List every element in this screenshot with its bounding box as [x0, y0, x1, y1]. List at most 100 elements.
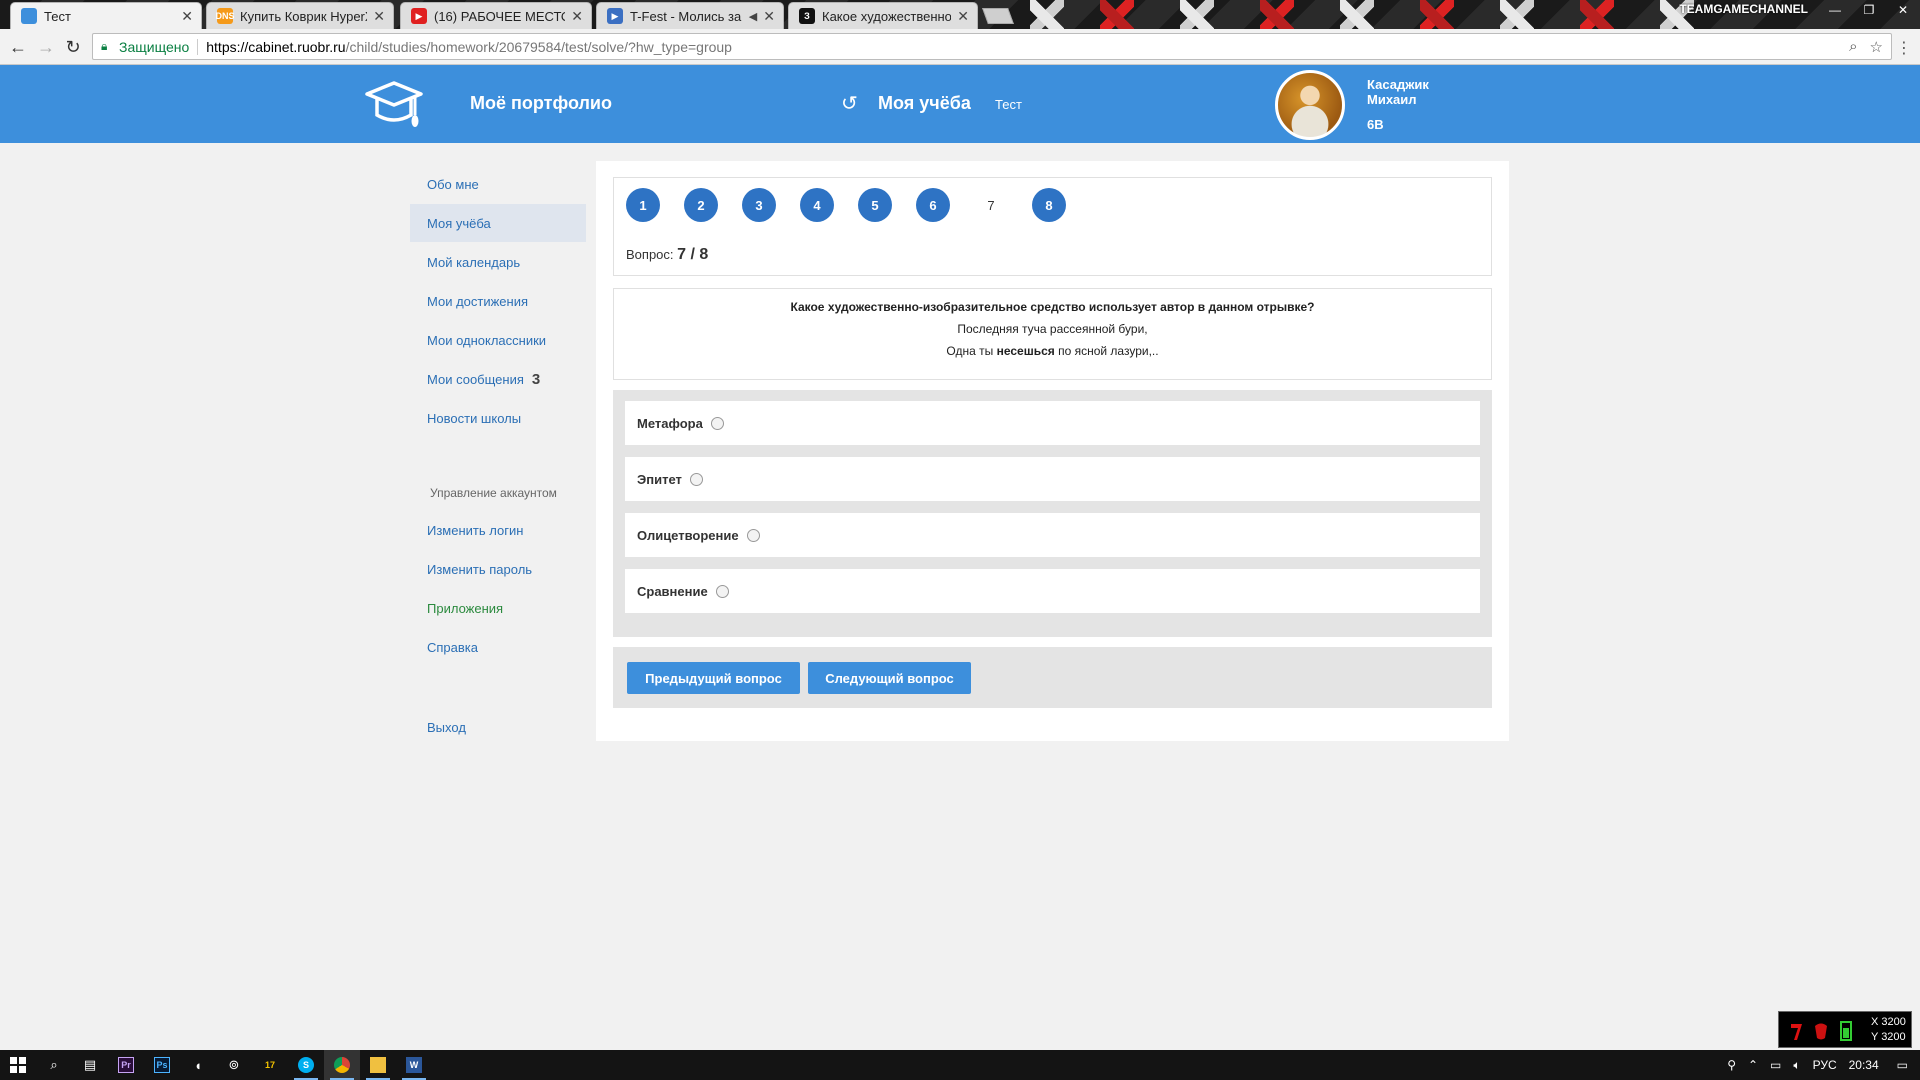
browser-menu-icon[interactable]: ⋮ — [1896, 38, 1912, 58]
question-counter-value: 7 / 8 — [677, 246, 709, 263]
restore-icon[interactable]: ❐ — [1852, 0, 1886, 20]
zoom-icon[interactable]: ⌕ — [1849, 38, 1857, 56]
answer-radio[interactable] — [715, 584, 729, 598]
tab-close-icon[interactable]: ✕ — [571, 8, 583, 25]
tab-title: (16) РАБОЧЕЕ МЕСТО М — [434, 8, 565, 24]
url-host: https://cabinet.ruobr.ru — [206, 38, 346, 55]
speaker-icon[interactable]: ◀ — [749, 10, 757, 23]
sidebar-item-apps[interactable]: Приложения — [410, 589, 586, 627]
sidebar-item-news[interactable]: Новости школы — [410, 399, 586, 437]
network-icon[interactable]: ▭ — [1764, 1058, 1787, 1072]
channel-label: TEAMGAMECHANNEL — [1679, 2, 1808, 16]
speaker-app-icon[interactable]: ◖ — [180, 1050, 216, 1080]
wallpaper-decoration — [1500, 0, 1534, 29]
tab-title: Купить Коврик HyperX F — [240, 8, 367, 24]
browser-tab-1[interactable]: DNS Купить Коврик HyperX F ✕ — [206, 2, 394, 29]
tab-close-icon[interactable]: ✕ — [373, 8, 385, 25]
tab-close-icon[interactable]: ✕ — [181, 8, 193, 25]
next-question-button[interactable]: Следующий вопрос — [808, 662, 971, 694]
language-indicator[interactable]: РУС — [1807, 1058, 1843, 1072]
sidebar-item-about[interactable]: Обо мне — [410, 165, 586, 203]
file-explorer-icon[interactable] — [360, 1050, 396, 1080]
sidebar-item-label: Мои сообщения — [427, 371, 524, 387]
address-separator — [197, 38, 199, 55]
answer-option[interactable]: Сравнение — [625, 569, 1480, 613]
answer-radio[interactable] — [689, 472, 703, 486]
sidebar-item-change-password[interactable]: Изменить пароль — [410, 550, 586, 588]
browser-tab-3[interactable]: ▶ T-Fest - Молись за с ◀ ✕ — [596, 2, 784, 29]
chrome-app-icon[interactable] — [324, 1050, 360, 1080]
question-number-list: 1 2 3 4 5 6 7 8 — [626, 188, 1090, 222]
question-number-button[interactable]: 2 — [684, 188, 718, 222]
youtube-favicon-icon: ▶ — [411, 8, 427, 24]
app-17-icon[interactable]: 17 — [252, 1050, 288, 1080]
sidebar-item-change-login[interactable]: Изменить логин — [410, 511, 586, 549]
question-nav-bar: Предыдущий вопрос Следующий вопрос — [613, 647, 1492, 708]
people-icon[interactable]: ⚲ — [1721, 1058, 1742, 1072]
photoshop-app-icon[interactable]: Ps — [144, 1050, 180, 1080]
taskbar: ⌕ ▤ Pr Ps ◖ ⊚ 17 S W ⚲ ⌃ ▭ 🔈︎ РУС 20:34 … — [0, 1050, 1920, 1080]
new-tab-button[interactable] — [982, 8, 1014, 24]
user-class: 6В — [1367, 117, 1384, 132]
address-bar[interactable]: 🔒︎ Защищено https://cabinet.ruobr.ru/chi… — [92, 33, 1892, 60]
sidebar-item-study[interactable]: Моя учёба — [410, 204, 586, 242]
reload-icon[interactable]: ↻ — [63, 37, 83, 57]
answer-label: Эпитет — [637, 471, 682, 487]
answer-radio[interactable] — [710, 416, 724, 430]
browser-tab-0[interactable]: Тест ✕ — [10, 2, 202, 29]
sidebar-item-exit[interactable]: Выход — [410, 708, 586, 746]
question-number-button[interactable]: 4 — [800, 188, 834, 222]
clock[interactable]: 20:34 — [1843, 1058, 1885, 1072]
lock-icon: 🔒︎ — [101, 39, 108, 53]
back-arrow-icon[interactable]: ← — [8, 37, 28, 57]
sidebar-item-calendar[interactable]: Мой календарь — [410, 243, 586, 281]
bookmark-star-icon[interactable]: ☆ — [1870, 38, 1883, 56]
user-name[interactable]: Касаджик Михаил — [1367, 77, 1429, 107]
search-icon[interactable]: ⌕ — [36, 1050, 72, 1080]
tab-title: T-Fest - Молись за с — [630, 8, 745, 24]
sidebar-item-messages[interactable]: Мои сообщения 3 — [410, 360, 586, 398]
task-view-icon[interactable]: ▤ — [72, 1050, 108, 1080]
previous-question-button[interactable]: Предыдущий вопрос — [627, 662, 800, 694]
answer-option[interactable]: Метафора — [625, 401, 1480, 445]
answer-option[interactable]: Эпитет — [625, 457, 1480, 501]
question-counter-label: Вопрос: — [626, 247, 674, 262]
minimize-icon[interactable]: — — [1818, 0, 1852, 20]
section-title[interactable]: Моя учёба — [878, 93, 971, 114]
question-number-button[interactable]: 6 — [916, 188, 950, 222]
notifications-icon[interactable]: ▭ — [1885, 1058, 1920, 1072]
question-number-button[interactable]: 3 — [742, 188, 776, 222]
site-header: Моё портфолио ↺ Моя учёба Тест Касаджик … — [0, 65, 1920, 143]
tray-expand-icon[interactable]: ⌃ — [1742, 1058, 1764, 1072]
browser-tab-2[interactable]: ▶ (16) РАБОЧЕЕ МЕСТО М ✕ — [400, 2, 592, 29]
window-close-icon[interactable]: ✕ — [1886, 0, 1920, 20]
sidebar-item-help[interactable]: Справка — [410, 628, 586, 666]
portfolio-link[interactable]: Моё портфолио — [470, 93, 612, 114]
premiere-app-icon[interactable]: Pr — [108, 1050, 144, 1080]
question-number-button[interactable]: 5 — [858, 188, 892, 222]
sidebar-item-achievements[interactable]: Мои достижения — [410, 282, 586, 320]
tab-close-icon[interactable]: ✕ — [957, 8, 969, 25]
volume-icon[interactable]: 🔈︎ — [1787, 1058, 1806, 1073]
steam-app-icon[interactable]: ⊚ — [216, 1050, 252, 1080]
system-tray: ⚲ ⌃ ▭ 🔈︎ РУС 20:34 ▭ — [1721, 1050, 1920, 1080]
window-controls: — ❐ ✕ — [1818, 0, 1920, 20]
skype-app-icon[interactable]: S — [288, 1050, 324, 1080]
tab-close-icon[interactable]: ✕ — [763, 8, 775, 25]
question-number-button[interactable]: 1 — [626, 188, 660, 222]
browser-toolbar: ← → ↻ 🔒︎ Защищено https://cabinet.ruobr.… — [0, 29, 1920, 65]
current-question-number: 7 — [987, 197, 995, 213]
forward-arrow-icon[interactable]: → — [36, 37, 56, 57]
windows-start-icon[interactable] — [0, 1050, 36, 1080]
word-app-icon[interactable]: W — [396, 1050, 432, 1080]
avatar[interactable] — [1275, 70, 1345, 140]
answer-option[interactable]: Олицетворение — [625, 513, 1480, 557]
answer-radio[interactable] — [746, 528, 760, 542]
graduation-cap-icon[interactable] — [365, 79, 423, 131]
red-figure-icon — [1791, 1024, 1802, 1040]
question-number-button[interactable]: 8 — [1032, 188, 1066, 222]
sidebar-item-classmates[interactable]: Мои одноклассники — [410, 321, 586, 359]
refresh-icon[interactable]: ↺ — [841, 91, 858, 116]
browser-tab-4[interactable]: З Какое художественно-и ✕ — [788, 2, 978, 29]
url-path: /child/studies/homework/20679584/test/so… — [345, 38, 732, 55]
